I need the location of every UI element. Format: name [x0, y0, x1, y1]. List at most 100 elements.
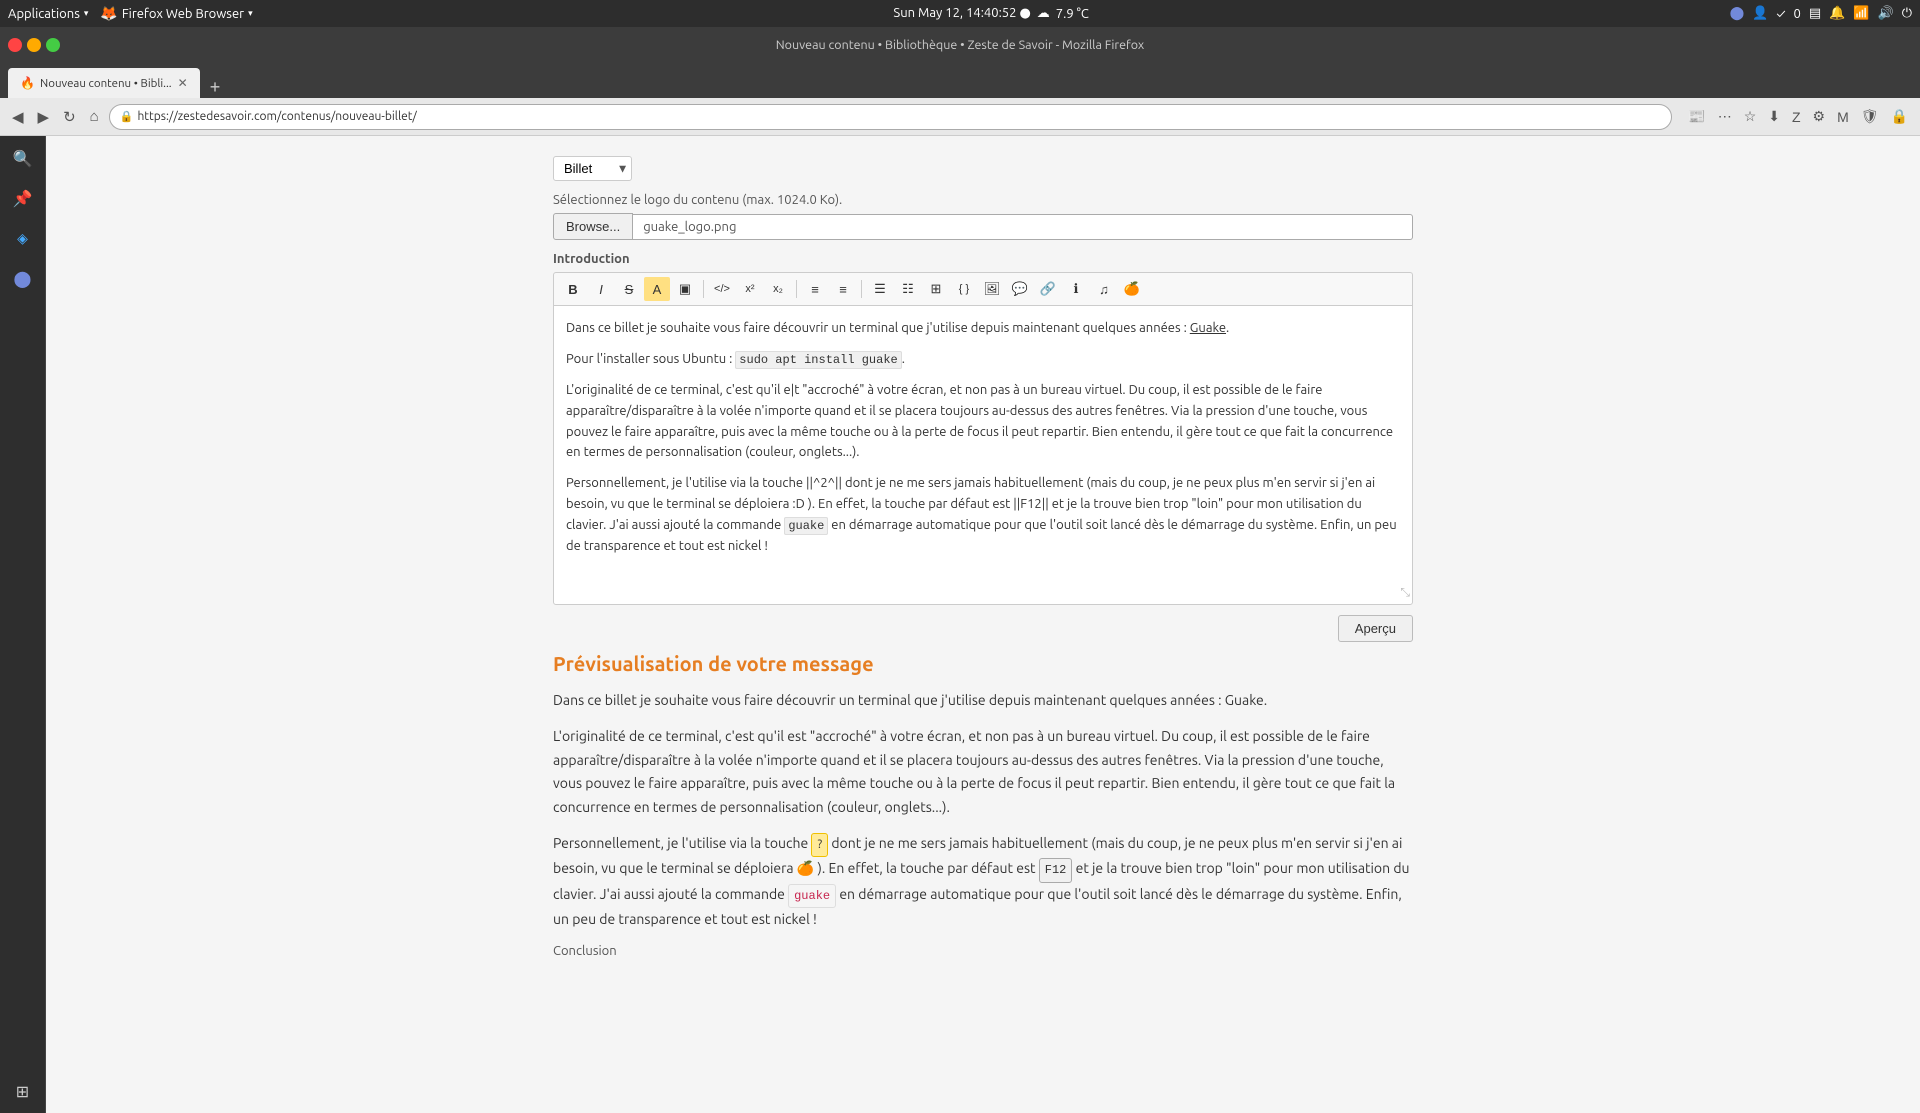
content-type-select-wrapper[interactable]: Billet Article Tutoriel [553, 156, 632, 181]
zotero-button[interactable]: Z [1788, 104, 1805, 129]
maximize-button[interactable] [46, 38, 60, 52]
align-left-button[interactable]: ≡ [802, 277, 828, 301]
datetime-label: Sun May 12, 14:40:52 ● [893, 6, 1030, 21]
nav-icons: 📰 ⋯ ☆ ⬇ Z ⚙ M 🛡 🔒 [1684, 104, 1912, 129]
editor-para-2: Pour l'installer sous Ubuntu : sudo apt … [566, 349, 1400, 370]
strikethrough-button[interactable]: S [616, 277, 642, 301]
browse-button[interactable]: Browse... [553, 213, 633, 240]
content-type-select[interactable]: Billet Article Tutoriel [553, 156, 632, 181]
display-icon: ▤ [1809, 6, 1821, 21]
sidebar-pin-button[interactable]: 📌 [9, 184, 37, 212]
logo-upload-row: Browse... guake_logo.png [553, 213, 1413, 240]
link-button[interactable]: 🔗 [1035, 277, 1061, 301]
superscript-button[interactable]: x² [737, 277, 763, 301]
firefox-favicon-icon: 🦊 [100, 5, 117, 22]
intro-label: Introduction [553, 252, 1413, 266]
extensions-button[interactable]: ⚙ [1809, 104, 1830, 129]
weather-label: 7.9 °C [1056, 7, 1089, 21]
center-button[interactable]: ▣ [672, 277, 698, 301]
close-button[interactable] [8, 38, 22, 52]
align-right-button[interactable]: ≡ [830, 277, 856, 301]
nav-bar: ◀ ▶ ↻ ⌂ 🔒 https://zestedesavoir.com/cont… [0, 98, 1920, 136]
security-button[interactable]: 🔒 [1887, 104, 1912, 129]
weather-icon: ☁ [1037, 6, 1050, 21]
guake-code-badge: guake [788, 884, 836, 908]
bookmark-button[interactable]: ☆ [1740, 104, 1761, 129]
logo-label: Sélectionnez le logo du contenu (max. 10… [553, 193, 1413, 207]
applications-label: Applications [8, 7, 80, 21]
preview-para-3: Personnellement, je l'utilise via la tou… [553, 832, 1413, 932]
preview-section: Prévisualisation de votre message Dans c… [553, 652, 1413, 958]
notification-icon: 🔔 [1829, 6, 1845, 21]
toolbar-separator-1 [703, 280, 704, 298]
home-button[interactable]: ⌂ [86, 104, 103, 129]
editor-area[interactable]: Dans ce billet je souhaite vous faire dé… [553, 305, 1413, 605]
editor-para-3: L'originalité de ce terminal, c'est qu'i… [566, 380, 1400, 463]
sidebar-vscode-button[interactable]: ◈ [9, 224, 37, 252]
apercu-button[interactable]: Aperçu [1338, 615, 1413, 642]
list-ol-button[interactable]: ☷ [895, 277, 921, 301]
editor-para-4: Personnellement, je l'utilise via la tou… [566, 473, 1400, 557]
image-button[interactable]: 🖼 [979, 277, 1005, 301]
tab-close-icon[interactable]: ✕ [178, 76, 188, 90]
guake-link-1[interactable]: Guake [1190, 321, 1226, 335]
gmail-button[interactable]: M [1833, 104, 1853, 129]
preview-para-1: Dans ce billet je souhaite vous faire dé… [553, 689, 1413, 713]
reload-button[interactable]: ↻ [59, 104, 80, 130]
audio-button[interactable]: ♫ [1091, 277, 1117, 301]
subscript-button[interactable]: x₂ [765, 277, 791, 301]
power-icon: ⏻ [1902, 6, 1912, 21]
browser-tab[interactable]: 🔥 Nouveau contenu • Bibli... ✕ [8, 68, 200, 98]
discord-icon: ⬤ [1730, 6, 1745, 21]
table-button[interactable]: ⊞ [923, 277, 949, 301]
list-ul-button[interactable]: ☰ [867, 277, 893, 301]
applications-menu[interactable]: Applications ▾ [8, 7, 88, 21]
conclusion-label: Conclusion [553, 944, 1413, 958]
user-icon: 👤 [1752, 6, 1768, 21]
checkmark-icon: ✓ [1776, 7, 1785, 21]
forward-button[interactable]: ▶ [34, 104, 54, 130]
key-unknown-badge: ? [811, 833, 828, 857]
preview-title: Prévisualisation de votre message [553, 652, 1413, 675]
system-bar-center: Sun May 12, 14:40:52 ● ☁ 7.9 °C [893, 6, 1088, 21]
tab-bar: 🔥 Nouveau contenu • Bibli... ✕ + [0, 62, 1920, 98]
main-content: Billet Article Tutoriel Sélectionnez le … [46, 136, 1920, 1113]
info-button[interactable]: ℹ [1063, 277, 1089, 301]
browser-body: 🔍 📌 ◈ ⬤ ⊞ Billet Article Tutoriel Sélect… [0, 136, 1920, 1113]
italic-button[interactable]: I [588, 277, 614, 301]
sidebar-apps-button[interactable]: ⊞ [9, 1077, 37, 1105]
minimize-button[interactable] [27, 38, 41, 52]
resize-handle-icon[interactable]: ⤡ [1400, 583, 1410, 602]
page-content: Billet Article Tutoriel Sélectionnez le … [533, 136, 1433, 1113]
url-bar[interactable]: 🔒 https://zestedesavoir.com/contenus/nou… [109, 104, 1673, 130]
back-button[interactable]: ◀ [8, 104, 28, 130]
url-text: https://zestedesavoir.com/contenus/nouve… [137, 110, 416, 123]
logo-section: Sélectionnez le logo du contenu (max. 10… [553, 193, 1413, 240]
preview-text-2: L'originalité de ce terminal, c'est qu'i… [553, 725, 1413, 820]
firefox-menu[interactable]: 🦊 Firefox Web Browser ▾ [100, 5, 252, 22]
code-guake: guake [784, 517, 828, 535]
toolbar-separator-2 [796, 280, 797, 298]
code-block-button[interactable]: </> [709, 277, 735, 301]
emoji-button[interactable]: 🍊 [1119, 277, 1145, 301]
overflow-button[interactable]: ⋯ [1714, 104, 1736, 129]
download-button[interactable]: ⬇ [1764, 104, 1784, 129]
zero-badge: 0 [1793, 7, 1800, 21]
tab-favicon-icon: 🔥 [20, 76, 34, 90]
bold-button[interactable]: B [560, 277, 586, 301]
highlight-button[interactable]: A [644, 277, 670, 301]
editor-toolbar: B I S A ▣ </> x² x₂ ≡ ≡ ☰ ☷ ⊞ { } 🖼 💬 🔗 [553, 272, 1413, 305]
sidebar-discord-button[interactable]: ⬤ [9, 264, 37, 292]
applications-arrow: ▾ [84, 8, 89, 19]
new-tab-button[interactable]: + [204, 77, 227, 98]
system-bar-right: ⬤ 👤 ✓ 0 ▤ 🔔 📶 🔊 ⏻ [1730, 6, 1912, 21]
comment-button[interactable]: 💬 [1007, 277, 1033, 301]
tab-title: Nouveau contenu • Bibli... [40, 77, 172, 90]
content-type-section: Billet Article Tutoriel [553, 156, 1413, 181]
reader-view-button[interactable]: 📰 [1684, 104, 1709, 129]
sidebar-left: 🔍 📌 ◈ ⬤ ⊞ [0, 136, 46, 1113]
ublock-button[interactable]: 🛡 [1857, 104, 1883, 129]
sidebar-search-button[interactable]: 🔍 [9, 144, 37, 172]
code-inline-button[interactable]: { } [951, 277, 977, 301]
firefox-label: Firefox Web Browser [122, 7, 244, 21]
